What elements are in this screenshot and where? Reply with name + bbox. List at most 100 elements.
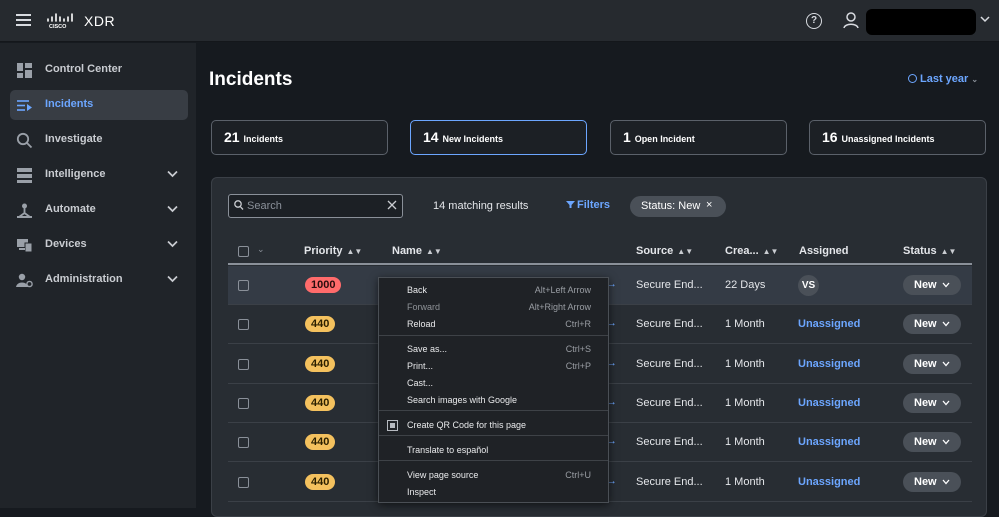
context-menu-item-reload[interactable]: Reload Ctrl+R (379, 316, 608, 333)
chevron-down-icon[interactable] (167, 275, 178, 283)
row-checkbox[interactable] (238, 319, 249, 331)
created-cell: 1 Month (725, 357, 765, 370)
row-checkbox[interactable] (238, 437, 249, 449)
sidebar: Control Center Incidents Investigate Intell… (0, 43, 196, 508)
menu-shortcut: Ctrl+S (565, 344, 591, 354)
sidebar-item-label: Investigate (45, 133, 103, 145)
period-label: Last year (920, 73, 969, 85)
column-created[interactable]: Crea... ▲▼ (725, 245, 778, 257)
assigned-link[interactable]: Unassigned (798, 318, 860, 330)
status-dropdown[interactable]: New (903, 353, 961, 374)
summary-card-unassigned-incidents[interactable]: 16 Unassigned Incidents (809, 120, 986, 155)
created-cell: 1 Month (725, 396, 765, 409)
sidebar-item-label: Administration (45, 273, 123, 285)
context-menu-item-create-qr-code-for-this-page[interactable]: Create QR Code for this page (379, 417, 608, 434)
account-menu[interactable] (866, 9, 976, 35)
status-dropdown[interactable]: New (903, 275, 961, 295)
menu-item-label: Inspect (407, 487, 437, 497)
summary-card-new-incidents[interactable]: 14 New Incidents (410, 120, 587, 155)
context-menu-item-print[interactable]: Print... Ctrl+P (379, 358, 608, 375)
context-menu-item-back[interactable]: Back Alt+Left Arrow (379, 282, 608, 299)
chevron-down-icon[interactable]: ⌄ (257, 244, 265, 255)
chevron-down-icon[interactable] (167, 170, 178, 178)
row-checkbox[interactable] (238, 358, 249, 370)
summary-card-incidents[interactable]: 21 Incidents (211, 120, 388, 155)
sidebar-item-investigate[interactable]: Investigate (10, 125, 188, 155)
status-dropdown[interactable]: New (903, 392, 961, 413)
chevron-down-icon[interactable] (167, 205, 178, 213)
status-label: New (914, 475, 937, 488)
filters-button[interactable]: Filters (566, 199, 610, 211)
assigned-link[interactable]: Unassigned (798, 397, 860, 409)
context-menu-item-inspect[interactable]: Inspect (379, 484, 608, 501)
column-name[interactable]: Name ▲▼ (392, 245, 442, 257)
avatar[interactable]: VS (798, 275, 819, 296)
status-dropdown[interactable]: New (903, 432, 961, 453)
menu-item-label: Translate to español (407, 445, 489, 455)
created-cell: 1 Month (725, 475, 765, 488)
column-status[interactable]: Status ▲▼ (903, 245, 956, 257)
chevron-down-icon (942, 400, 950, 406)
menu-shortcut: Ctrl+R (565, 319, 591, 329)
user-icon[interactable] (843, 12, 859, 29)
chevron-down-icon[interactable] (980, 15, 990, 23)
context-menu-item-view-page-source[interactable]: View page source Ctrl+U (379, 467, 608, 484)
select-all-checkbox[interactable] (238, 246, 249, 257)
hamburger-menu-icon[interactable] (16, 14, 31, 26)
context-menu-item-translate-to-español[interactable]: Translate to español (379, 442, 608, 459)
sidebar-item-administration[interactable]: Administration (10, 265, 188, 295)
search-input[interactable] (247, 198, 382, 214)
created-cell: 1 Month (725, 318, 765, 331)
status-dropdown[interactable]: New (903, 314, 961, 335)
assigned-link[interactable]: Unassigned (798, 436, 860, 448)
status-dropdown[interactable]: New (903, 471, 961, 492)
period-selector[interactable]: Last year ⌄ (908, 73, 978, 85)
filter-icon (566, 201, 575, 208)
status-label: New (914, 357, 937, 370)
context-menu-item-save-as[interactable]: Save as... Ctrl+S (379, 341, 608, 358)
chevron-down-icon (942, 439, 950, 445)
sidebar-item-automate[interactable]: Automate (10, 195, 188, 225)
card-label: Incidents (243, 134, 283, 144)
menu-shortcut: Ctrl+P (565, 361, 591, 371)
remove-filter-icon[interactable]: × (706, 199, 712, 211)
column-assigned[interactable]: Assigned (799, 245, 849, 257)
incidents-icon (16, 97, 33, 114)
chevron-down-icon (942, 321, 950, 327)
row-checkbox[interactable] (238, 476, 249, 488)
row-checkbox[interactable] (238, 280, 249, 291)
card-count: 14 New Incidents (423, 129, 503, 145)
menu-shortcut: Alt+Left Arrow (534, 285, 591, 295)
search-box[interactable] (228, 194, 403, 218)
status-filter-chip[interactable]: Status: New × (630, 196, 726, 217)
chevron-down-icon[interactable] (167, 240, 178, 248)
sidebar-item-incidents[interactable]: Incidents (10, 90, 188, 120)
column-source[interactable]: Source ▲▼ (636, 245, 693, 257)
status-filter-label: Status: New (641, 200, 701, 212)
context-menu-item-forward[interactable]: Forward Alt+Right Arrow (379, 299, 608, 316)
menu-item-label: Print... (407, 361, 434, 371)
row-checkbox[interactable] (238, 397, 249, 409)
status-label: New (914, 318, 937, 331)
clear-search-icon[interactable] (387, 200, 397, 210)
assigned-link[interactable]: Unassigned (798, 476, 860, 488)
summary-card-open-incident[interactable]: 1 Open Incident (610, 120, 787, 155)
card-count: 1 Open Incident (623, 129, 695, 145)
sidebar-item-control-center[interactable]: Control Center (10, 55, 188, 85)
chevron-down-icon (942, 282, 950, 288)
menu-item-label: Create QR Code for this page (407, 420, 527, 430)
sidebar-item-devices[interactable]: Devices (10, 230, 188, 260)
context-menu-item-search-images-with-google[interactable]: Search images with Google (379, 392, 608, 409)
sidebar-item-label: Incidents (45, 98, 94, 110)
column-priority[interactable]: Priority ▲▼ (304, 245, 362, 257)
priority-badge: 440 (305, 394, 336, 411)
sidebar-item-intelligence[interactable]: Intelligence (10, 160, 188, 190)
assigned-link[interactable]: Unassigned (798, 358, 860, 370)
context-menu-item-cast[interactable]: Cast... (379, 375, 608, 392)
sort-icon: ▲▼ (940, 247, 957, 256)
priority-badge: 440 (305, 473, 336, 490)
source-cell: Secure End... (636, 357, 703, 370)
menu-shortcut: Alt+Right Arrow (528, 302, 591, 312)
help-icon[interactable]: ? (806, 13, 822, 29)
source-cell: Secure End... (636, 475, 703, 488)
